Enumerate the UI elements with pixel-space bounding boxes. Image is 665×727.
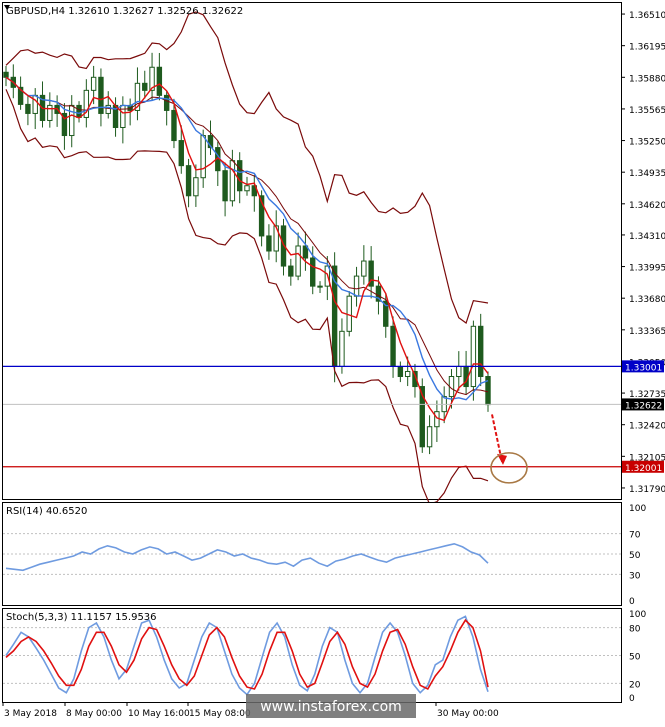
candle-body: [296, 246, 300, 276]
candle-body: [311, 258, 315, 286]
watermark-text: www.instaforex.com: [260, 699, 402, 715]
candle-body: [48, 105, 52, 120]
main-title: GBPUSD,H4 1.32610 1.32627 1.32526 1.3262…: [6, 6, 243, 17]
stoch-tick-label: 0: [629, 694, 635, 704]
stoch-tick-label: 20: [629, 680, 641, 690]
candle-body: [33, 95, 37, 113]
price-tick-label: 1.35880: [629, 74, 665, 84]
rsi-tick-label: 30: [629, 571, 641, 581]
candle-body: [362, 261, 366, 276]
candle-body: [223, 171, 227, 201]
candle-body: [478, 326, 482, 376]
candle-body: [70, 105, 74, 135]
candle-body: [172, 110, 176, 140]
rsi-title: RSI(14) 40.6520: [6, 506, 87, 517]
stoch-axis: 100 80 50 20 0: [629, 610, 646, 704]
candle-body: [91, 77, 95, 90]
main-price-panel: 1.36510 1.36195 1.35880 1.35565 1.35250 1.349…: [3, 3, 665, 505]
stoch-tick-label: 50: [629, 653, 641, 663]
price-tick-label: 1.32420: [629, 422, 665, 432]
watermark: www.instaforex.com: [246, 694, 416, 718]
candle-body: [179, 141, 183, 166]
price-tick-label: 1.36510: [629, 11, 665, 21]
rsi-panel: 100 70 50 30 0 RSI(14) 40.6520: [3, 503, 647, 608]
candle-body: [267, 236, 271, 251]
price-tick-label: 1.33995: [629, 264, 665, 274]
price-tick-label: 1.35565: [629, 106, 665, 116]
candle-body: [194, 178, 198, 196]
candle-body: [157, 67, 161, 95]
level-price-tag-label: 1.33001: [625, 363, 662, 373]
time-tick-label: 8 May 00:00: [66, 709, 122, 719]
stoch-tick-label: 100: [629, 610, 646, 620]
rsi-tick-label: 0: [629, 597, 635, 607]
candle-body: [245, 186, 249, 191]
candle-body: [77, 105, 81, 117]
candle-body: [237, 161, 241, 191]
price-tick-label: 1.35250: [629, 138, 665, 148]
candle-body: [201, 136, 205, 178]
candle-body: [164, 95, 168, 110]
candle-body: [435, 412, 439, 427]
candle-body: [457, 366, 461, 376]
candle-body: [471, 326, 475, 386]
stoch-title: Stoch(5,3,3) 11.1157 15.9536: [6, 612, 157, 623]
rsi-tick-label: 100: [629, 504, 646, 514]
candle-body: [4, 72, 8, 77]
price-tick-label: 1.36195: [629, 43, 665, 53]
stoch-panel: 100 80 50 20 0 Stoch(5,3,3) 11.1157 15.9536: [3, 609, 647, 705]
time-tick-label: 3 May 2018: [4, 709, 57, 719]
candle-body: [26, 104, 30, 113]
chart-window: 1.36510 1.36195 1.35880 1.35565 1.35250 1.349…: [0, 0, 665, 723]
candle-body: [427, 427, 431, 447]
time-tick-label: 15 May 08:00: [189, 709, 251, 719]
price-tick-label: 1.31790: [629, 485, 665, 495]
stoch-tick-label: 80: [629, 625, 641, 635]
candle-body: [318, 286, 322, 287]
candle-body: [186, 166, 190, 196]
rsi-axis: 100 70 50 30 0: [629, 504, 646, 607]
price-tick-label: 1.34620: [629, 201, 665, 211]
candle-body: [143, 83, 147, 90]
price-axis: 1.36510 1.36195 1.35880 1.35565 1.35250 1.349…: [621, 11, 665, 495]
price-tick-label: 1.33680: [629, 295, 665, 305]
candle-body: [289, 266, 293, 276]
rsi-tick-label: 50: [629, 551, 641, 561]
time-tick-label: 30 May 00:00: [437, 709, 499, 719]
level-price-tag-label: 1.32001: [625, 464, 662, 474]
price-tick-label: 1.33365: [629, 327, 665, 337]
price-tick-label: 1.34935: [629, 169, 665, 179]
candle-body: [398, 366, 402, 376]
candle-body: [230, 161, 234, 201]
rsi-tick-label: 70: [629, 531, 641, 541]
candle-body: [354, 276, 358, 296]
candle-body: [340, 331, 344, 366]
price-tick-label: 1.34310: [629, 232, 665, 242]
chart-canvas: 1.36510 1.36195 1.35880 1.35565 1.35250 1.349…: [0, 0, 665, 723]
candle-body: [391, 326, 395, 366]
last-price-tag-label: 1.32622: [625, 401, 662, 411]
time-tick-label: 10 May 16:00: [128, 709, 190, 719]
candle-body: [405, 371, 409, 376]
